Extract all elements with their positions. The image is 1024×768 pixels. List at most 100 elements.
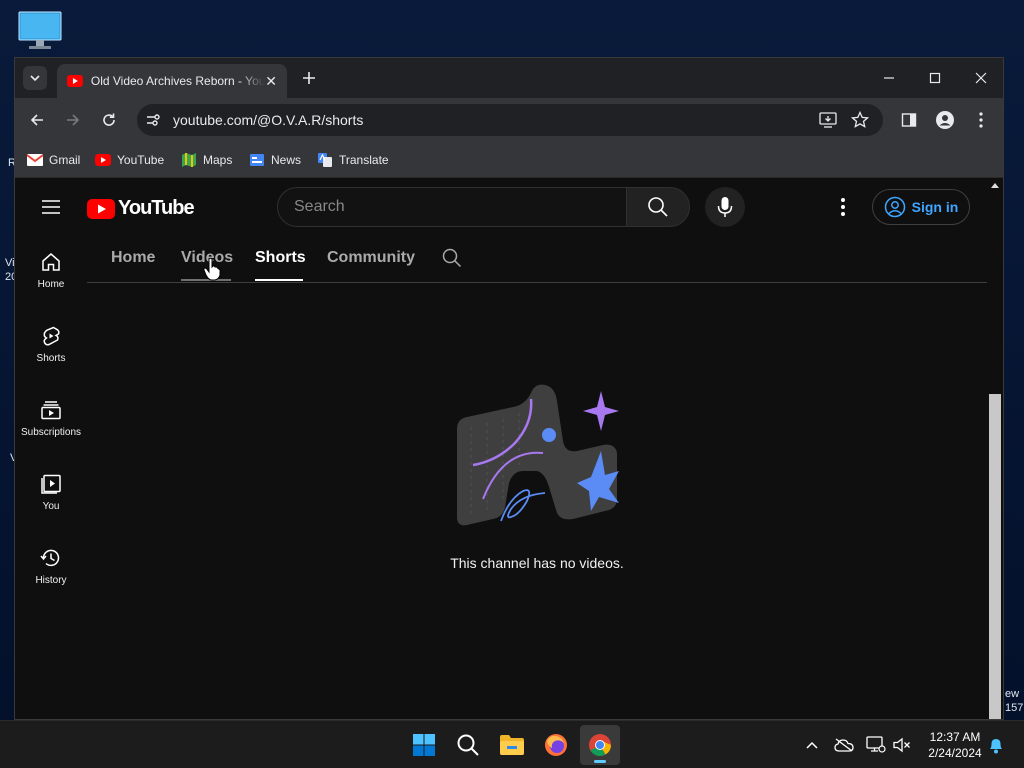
subscriptions-icon [41,401,61,420]
shorts-icon [43,326,60,346]
taskbar-chrome[interactable] [580,725,620,765]
tab-close-icon[interactable]: ✕ [265,73,277,90]
chevron-up-icon [806,741,818,749]
arrow-left-icon [30,114,43,126]
bookmark-star-icon[interactable] [850,110,870,134]
new-tab-button[interactable] [297,66,321,90]
side-panel-button[interactable] [897,108,921,132]
guide-item-you[interactable]: You [15,457,87,531]
tab-shorts[interactable]: Shorts [255,249,306,267]
tab-active-indicator [255,279,303,281]
firefox-icon [545,734,567,756]
search-input[interactable] [277,187,627,227]
hamburger-menu-icon [42,200,60,214]
taskbar-search-button[interactable] [448,725,488,765]
windows-taskbar: 12:37 AM 2/24/2024 [0,720,1024,768]
taskbar-file-explorer[interactable] [492,725,532,765]
channel-search-button[interactable] [441,247,463,269]
you-library-icon [41,474,61,494]
chevron-down-icon [30,75,40,82]
youtube-play-logo-icon [87,198,115,219]
system-clock[interactable]: 12:37 AM 2/24/2024 [916,729,994,761]
notifications-button[interactable] [986,735,1006,755]
voice-search-button[interactable] [705,187,745,227]
youtube-logo[interactable]: YouTube [87,197,195,220]
desktop-computer-icon[interactable] [16,10,64,52]
folder-icon [500,735,524,755]
account-circle-icon [884,196,905,218]
search-button[interactable] [626,187,690,227]
youtube-icon [95,154,111,166]
arrow-right-icon [67,114,80,126]
volume-tray-button[interactable] [892,735,912,755]
scrollbar-thumb[interactable] [989,394,1001,719]
bookmark-news[interactable]: News [249,152,301,168]
guide-item-home[interactable]: Home [15,235,87,309]
onedrive-tray-button[interactable] [834,735,854,755]
side-panel-icon [901,113,917,127]
site-info-icon[interactable] [145,112,161,133]
maximize-icon [929,72,941,84]
browser-tab-active[interactable]: Old Video Archives Reborn - YouTube ✕ [57,64,287,98]
url-text: youtube.com/@O.V.A.R/shorts [173,112,364,128]
news-icon [250,154,264,166]
maximize-button[interactable] [923,66,947,90]
forward-button[interactable] [61,108,85,132]
windows-logo-icon [413,734,435,756]
gmail-icon [27,154,43,166]
youtube-masthead: YouTube Sign in [15,179,987,235]
hand-cursor-icon [203,257,221,281]
page-scrollbar[interactable] [987,179,1003,719]
back-button[interactable] [25,108,49,132]
chrome-icon [589,734,611,756]
install-app-icon[interactable] [819,112,837,133]
minimize-button[interactable] [877,66,901,90]
volume-muted-icon [893,737,910,753]
bookmark-translate[interactable]: Translate [317,152,389,168]
search-icon [648,197,668,217]
start-button[interactable] [404,725,444,765]
microphone-icon [717,197,733,217]
bookmark-maps[interactable]: Maps [181,152,232,168]
plus-icon [303,72,315,84]
reload-icon [103,113,115,126]
guide-item-shorts[interactable]: Shorts [15,309,87,383]
guide-item-subscriptions[interactable]: Subscriptions [15,383,87,457]
taskbar-firefox[interactable] [536,725,576,765]
address-bar[interactable]: youtube.com/@O.V.A.R/shorts [137,104,883,136]
title-bar: Old Video Archives Reborn - YouTube ✕ [15,58,1003,98]
close-icon [975,72,987,84]
desktop-label-fragment: 157 [1005,702,1024,714]
close-window-button[interactable] [969,66,993,90]
network-tray-button[interactable] [866,735,886,755]
more-vertical-icon [841,198,845,216]
reload-button[interactable] [97,108,121,132]
chrome-menu-button[interactable] [969,108,993,132]
settings-menu-button[interactable] [831,195,855,219]
sign-in-button[interactable]: Sign in [872,189,970,225]
minimize-icon [884,77,894,79]
youtube-page: YouTube Sign in Home [15,179,1003,719]
translate-icon [318,153,332,167]
guide-menu-button[interactable] [39,195,63,219]
maps-icon [182,153,196,167]
no-videos-illustration [453,379,623,539]
tab-search-button[interactable] [23,66,47,90]
scroll-up-arrow-icon[interactable] [991,183,999,188]
bookmark-youtube[interactable]: YouTube [95,152,164,168]
bell-icon [990,739,1002,754]
network-icon [866,736,886,753]
profile-icon [936,111,954,129]
tab-home[interactable]: Home [111,249,155,267]
empty-state-message: This channel has no videos. [450,555,624,571]
browser-toolbar: youtube.com/@O.V.A.R/shorts [15,98,1003,142]
profile-button[interactable] [933,108,957,132]
browser-window: Old Video Archives Reborn - YouTube ✕ [14,57,1004,720]
youtube-favicon-icon [67,75,83,87]
search-icon [457,734,479,756]
cloud-off-icon [834,738,854,752]
bookmark-gmail[interactable]: Gmail [27,152,80,168]
tab-community[interactable]: Community [327,249,415,267]
show-hidden-icons-button[interactable] [802,735,822,755]
more-vertical-icon [979,112,983,128]
